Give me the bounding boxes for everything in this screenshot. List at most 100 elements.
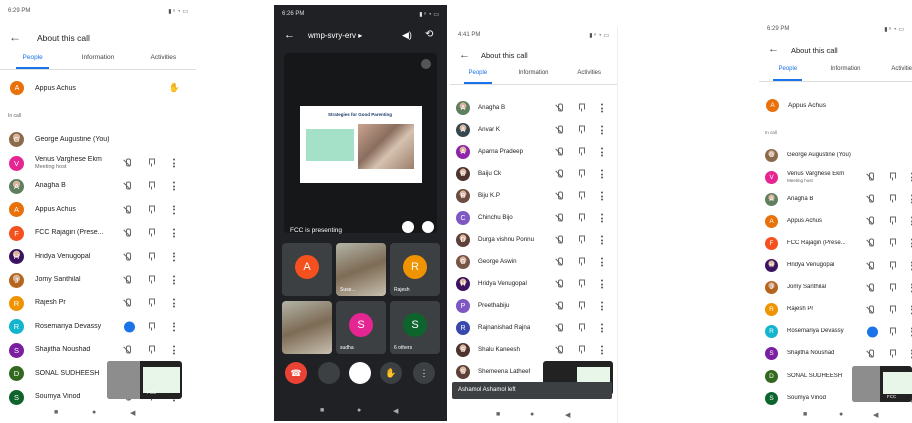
mic-off-icon[interactable] [556,169,565,179]
participant-row[interactable]: A Anagha B [0,175,196,198]
pin-icon[interactable] [889,349,896,358]
pin-icon[interactable] [578,345,585,355]
pin-icon[interactable] [578,301,585,311]
pin-icon[interactable] [889,261,896,270]
participant-row[interactable]: S Shajitha Noushad [0,339,196,362]
pin-presentation-icon[interactable] [402,221,414,233]
more-options-icon[interactable] [173,158,176,168]
pin-icon[interactable] [889,194,896,204]
pin-icon[interactable] [148,158,155,168]
pip-window[interactable]: FCC [107,361,182,399]
mic-off-icon[interactable] [124,252,133,261]
more-options-icon[interactable] [601,125,604,135]
mic-off-icon[interactable] [124,298,133,308]
participant-row[interactable]: P Preethabiju [450,295,617,317]
participant-row[interactable]: D Durga vishnu Ponnu [450,229,617,251]
pin-icon[interactable] [578,147,585,157]
hand-icon[interactable]: ✋ [169,83,180,94]
switch-camera-icon[interactable]: ⟲ [425,29,433,40]
tab-information[interactable]: Information [65,54,130,69]
back-arrow-icon[interactable]: ← [284,29,295,41]
mic-off-icon[interactable] [124,345,133,355]
more-options-icon[interactable] [601,279,604,289]
mic-off-icon[interactable] [556,323,565,333]
more-options-icon[interactable] [173,275,176,285]
mic-off-icon[interactable] [867,349,876,358]
more-options-icon[interactable] [173,181,176,191]
home-icon[interactable]: ● [530,411,534,418]
pin-icon[interactable] [148,322,155,331]
home-icon[interactable]: ● [92,409,96,416]
participant-row[interactable]: A Appus Achus [0,198,196,221]
pin-icon[interactable] [578,279,585,289]
home-icon[interactable]: ● [357,407,361,414]
more-options-icon[interactable] [601,345,604,355]
home-icon[interactable]: ● [839,411,843,418]
pin-icon[interactable] [148,345,155,355]
participant-row[interactable]: V Venus Varghese Ekm Meeting host [759,166,912,188]
mic-off-icon[interactable] [867,283,876,292]
recents-icon[interactable]: ■ [54,409,58,416]
back-arrow-icon[interactable]: ← [768,43,779,55]
tab-activities[interactable]: Activities [874,66,912,81]
mic-off-icon[interactable] [556,191,565,201]
participant-row[interactable]: H Hridya Venugopal [0,245,196,268]
mic-off-icon[interactable] [867,194,876,204]
more-options-icon[interactable] [173,298,176,308]
pin-icon[interactable] [148,205,155,214]
pin-icon[interactable] [148,252,155,261]
more-options-icon[interactable] [601,169,604,179]
tab-people[interactable]: People [450,70,506,84]
mic-off-icon[interactable] [556,301,565,311]
participant-row[interactable]: J Jomy Santhilal [0,268,196,291]
more-options-icon[interactable] [601,235,604,245]
meeting-code[interactable]: wmp-svry-erv ▸ [308,31,362,40]
participant-tile[interactable]: S 6 others [390,301,440,354]
back-nav-icon[interactable]: ◀ [130,409,135,417]
pin-icon[interactable] [148,181,155,191]
participant-row[interactable]: B Baiju Ck [450,163,617,185]
participant-tile[interactable]: R Rajesh [390,243,440,296]
pin-icon[interactable] [148,228,155,238]
tab-information[interactable]: Information [506,70,562,84]
mic-off-icon[interactable] [867,261,876,270]
more-options-icon[interactable] [173,252,176,262]
mic-off-icon[interactable] [124,205,133,214]
participant-row[interactable]: A Appus Achus [759,210,912,232]
participant-row[interactable]: F FCC Rajagiri (Prese... [759,232,912,254]
back-nav-icon[interactable]: ◀ [565,411,570,419]
recents-icon[interactable]: ■ [803,411,807,418]
participant-row[interactable]: A Anagha B [450,97,617,119]
more-options-icon[interactable] [601,323,604,333]
pin-icon[interactable] [148,298,155,308]
mic-off-icon[interactable] [867,216,876,226]
participant-tile[interactable]: Suse... [336,243,386,296]
end-call-button[interactable]: ☎ [285,362,307,384]
speaker-icon[interactable]: ◀) [402,30,412,41]
tab-activities[interactable]: Activities [131,54,196,69]
participant-row[interactable]: C Chinchu Bijo [450,207,617,229]
back-nav-icon[interactable]: ◀ [393,407,398,415]
participant-row[interactable]: A Aparna Pradeep [450,141,617,163]
recents-icon[interactable]: ■ [496,411,500,418]
pin-icon[interactable] [578,235,585,245]
more-options-icon[interactable] [173,345,176,355]
mic-off-icon[interactable] [124,158,133,168]
participant-row[interactable]: R Rosemariya Devassy [0,315,196,338]
participant-row[interactable]: H Hridya Venugopal [759,255,912,277]
more-options-icon[interactable] [601,103,604,113]
participant-row[interactable]: S Shalu Kaneesh [450,339,617,361]
raise-hand-button[interactable]: ✋ [380,362,402,384]
pin-icon[interactable] [578,169,585,179]
participant-row[interactable]: F FCC Rajagiri (Prese... [0,222,196,245]
pin-icon[interactable] [578,191,585,201]
mic-off-icon[interactable] [867,172,876,182]
fullscreen-icon[interactable] [422,221,434,233]
participant-row[interactable]: J Jomy Santhilal [759,277,912,299]
mic-off-icon[interactable] [556,345,565,355]
pin-icon[interactable] [889,238,896,248]
participant-row[interactable]: S Shajitha Noushad [759,343,912,365]
camera-button[interactable] [318,362,340,384]
pip-window[interactable]: FCC [852,366,912,402]
pin-icon[interactable] [889,172,896,182]
